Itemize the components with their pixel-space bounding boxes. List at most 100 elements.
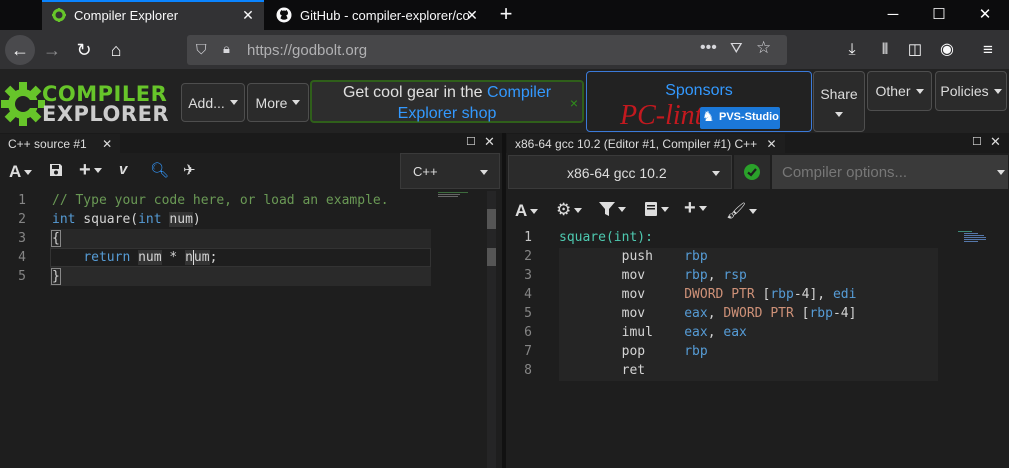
- promo-link-shop[interactable]: Explorer shop: [398, 105, 497, 122]
- close-tab-icon[interactable]: ✕: [240, 7, 256, 23]
- github-icon: [276, 7, 292, 23]
- line-number: 2: [18, 212, 26, 227]
- promo-text: Get cool gear in the: [342, 84, 488, 101]
- current-line-highlight: [50, 229, 431, 248]
- compiler-options-input[interactable]: Compiler options...: [772, 155, 1008, 189]
- pocket-icon[interactable]: ⛛: [730, 40, 743, 57]
- pin-icon[interactable]: ✈: [183, 161, 196, 179]
- tab-compiler-output[interactable]: x86-64 gcc 10.2 (Editor #1, Compiler #1)…: [507, 134, 785, 153]
- policies-label: Policies: [940, 83, 989, 99]
- shield-icon[interactable]: ⛉: [196, 41, 207, 58]
- font-size-icon[interactable]: A: [9, 162, 33, 182]
- url-bar[interactable]: ⛉ 🔒︎ https://godbolt.org ••• ⛛ ☆: [187, 35, 787, 65]
- close-icon[interactable]: ✕: [102, 137, 112, 151]
- more-actions-icon[interactable]: •••: [700, 39, 717, 57]
- new-tab-button[interactable]: +: [494, 3, 518, 27]
- line-number: 4: [524, 287, 532, 302]
- caret-down-icon: [712, 171, 720, 176]
- asm-minimap: [958, 231, 994, 243]
- wrench-icon[interactable]: 🖌︎: [726, 201, 758, 221]
- code-line: // Type your code here, or load an examp…: [52, 193, 389, 208]
- asm-line: mov eax, DWORD PTR [rbp-4]: [559, 306, 857, 321]
- line-number: 4: [18, 250, 26, 265]
- promo-link-compiler[interactable]: Compiler: [487, 84, 551, 101]
- back-arrow-icon[interactable]: ←: [5, 35, 35, 65]
- url-text[interactable]: https://godbolt.org: [247, 42, 367, 59]
- caret-down-icon[interactable]: [997, 170, 1005, 175]
- line-number: 7: [524, 344, 532, 359]
- browser-tab-strip: Compiler Explorer ✕ GitHub - compiler-ex…: [0, 0, 1009, 30]
- asm-line: mov DWORD PTR [rbp-4], edi: [559, 287, 857, 302]
- code-editor[interactable]: 1 2 3 4 5 // Type your code here, or loa…: [0, 191, 502, 468]
- compiler-toolbar: x86-64 gcc 10.2 Compiler options... A ⚙ …: [506, 153, 1009, 229]
- ce-favicon-icon: [52, 8, 66, 22]
- tab-title: Compiler Explorer: [74, 7, 179, 23]
- editor-tab-title: C++ source #1: [8, 137, 87, 151]
- close-pane-icon[interactable]: ✕: [484, 134, 495, 150]
- close-icon[interactable]: ✕: [766, 137, 776, 151]
- save-icon[interactable]: [49, 163, 63, 177]
- language-select[interactable]: C++: [400, 153, 500, 189]
- ce-logo[interactable]: COMPILER EXPLORER: [1, 79, 169, 126]
- font-size-icon[interactable]: A: [515, 201, 539, 221]
- vim-icon[interactable]: v: [119, 161, 127, 178]
- compile-status: [734, 155, 770, 189]
- sidebar-icon[interactable]: ◫: [900, 35, 930, 65]
- compiler-options-placeholder: Compiler options...: [782, 164, 908, 181]
- add-tool-icon[interactable]: +: [684, 197, 707, 220]
- ce-navbar: COMPILER EXPLORER Add... More Get cool g…: [0, 69, 1009, 133]
- forward-arrow-icon[interactable]: →: [37, 35, 67, 65]
- more-dropdown-button[interactable]: More: [247, 83, 309, 122]
- tab-cpp-source[interactable]: C++ source #1 ✕: [0, 134, 121, 153]
- filter-icon[interactable]: [599, 202, 626, 216]
- code-line: int square(int num): [52, 212, 201, 227]
- pvs-studio-logo[interactable]: ♞ PVS-Studio: [700, 107, 780, 129]
- promo-banner: Get cool gear in the Compiler Explorer s…: [310, 80, 584, 123]
- line-number: 1: [18, 193, 26, 208]
- browser-tab-github[interactable]: GitHub - compiler-explorer/compiler-expl…: [266, 0, 488, 30]
- close-pane-icon[interactable]: ✕: [990, 134, 1001, 150]
- window-close-button[interactable]: ✕: [962, 0, 1008, 30]
- pvs-studio-label: PVS-Studio: [719, 111, 779, 123]
- download-icon[interactable]: ⤓: [837, 35, 867, 65]
- maximize-pane-icon[interactable]: ☐: [972, 135, 982, 148]
- line-number: 5: [524, 306, 532, 321]
- gear-icon[interactable]: ⚙: [556, 200, 583, 220]
- menu-icon[interactable]: ≡: [973, 35, 1003, 65]
- book-icon[interactable]: [644, 202, 669, 216]
- ce-gear-logo-icon: [1, 82, 45, 126]
- close-tab-icon[interactable]: ✕: [464, 7, 480, 23]
- library-icon[interactable]: ⫴: [870, 35, 900, 65]
- editor-scrollbar[interactable]: [487, 191, 496, 468]
- code-line: }: [51, 268, 61, 285]
- caret-down-icon: [574, 207, 583, 213]
- reload-icon[interactable]: ↻: [69, 35, 99, 65]
- line-number: 3: [524, 268, 532, 283]
- asm-output[interactable]: 1 2 3 4 5 6 7 8 square(int): push rbp mo…: [506, 229, 1009, 468]
- share-dropdown-button[interactable]: Share: [813, 71, 865, 132]
- caret-down-icon: [698, 206, 707, 211]
- caret-down-icon: [93, 168, 102, 173]
- other-label: Other: [875, 83, 911, 99]
- promo-close-icon[interactable]: ×: [570, 93, 578, 114]
- other-dropdown-button[interactable]: Other: [867, 71, 932, 111]
- pc-lint-logo[interactable]: PC-lint: [620, 100, 702, 132]
- account-icon[interactable]: ◉: [932, 35, 962, 65]
- maximize-button[interactable]: ☐: [916, 0, 962, 30]
- lock-icon[interactable]: 🔒︎: [223, 41, 230, 57]
- compiler-select[interactable]: x86-64 gcc 10.2: [508, 155, 732, 189]
- maximize-pane-icon[interactable]: ☐: [466, 135, 476, 148]
- asm-line: imul eax, eax: [559, 325, 747, 340]
- browser-tab-compiler-explorer[interactable]: Compiler Explorer ✕: [42, 0, 264, 30]
- caret-down-icon: [618, 206, 626, 212]
- asm-line: pop rbp: [559, 344, 708, 359]
- asm-line: ret: [559, 363, 646, 378]
- search-icon[interactable]: 🔍︎: [150, 161, 169, 179]
- add-dropdown-button[interactable]: Add...: [181, 83, 245, 122]
- bookmark-star-icon[interactable]: ☆: [756, 38, 771, 58]
- home-icon[interactable]: ⌂: [101, 35, 131, 65]
- policies-dropdown-button[interactable]: Policies: [935, 71, 1007, 111]
- add-pane-icon[interactable]: +: [79, 159, 102, 182]
- caret-down-icon: [229, 100, 238, 105]
- minimize-button[interactable]: ─: [870, 0, 916, 30]
